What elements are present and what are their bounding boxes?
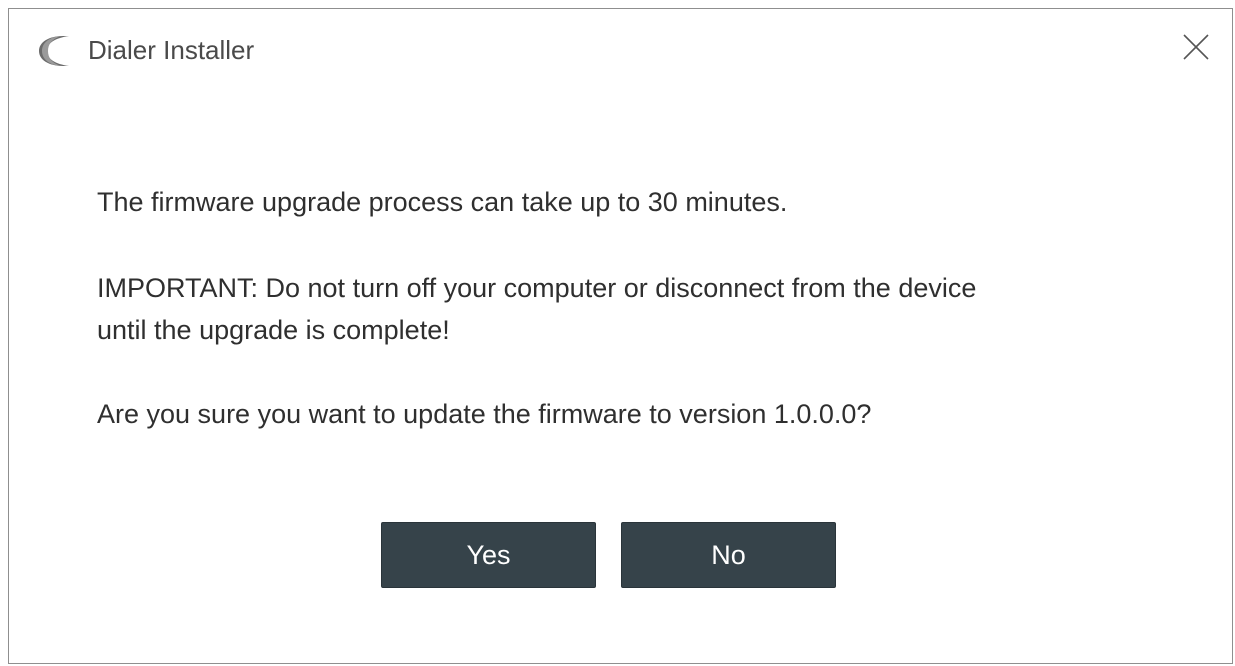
no-button[interactable]: No	[621, 522, 836, 588]
app-logo-icon	[33, 33, 73, 69]
title-bar: Dialer Installer	[9, 9, 1232, 89]
dialog-window: Dialer Installer The firmware upgrade pr…	[8, 8, 1233, 664]
window-title: Dialer Installer	[88, 35, 255, 65]
message-line-important-cont: until the upgrade is complete!	[97, 315, 450, 345]
message-line-important: IMPORTANT: Do not turn off your computer…	[97, 273, 977, 303]
message-line-duration: The firmware upgrade process can take up…	[97, 187, 788, 217]
close-icon	[1181, 32, 1211, 67]
yes-button[interactable]: Yes	[381, 522, 596, 588]
close-button[interactable]	[1160, 9, 1232, 89]
message-line-confirm: Are you sure you want to update the firm…	[97, 399, 872, 429]
